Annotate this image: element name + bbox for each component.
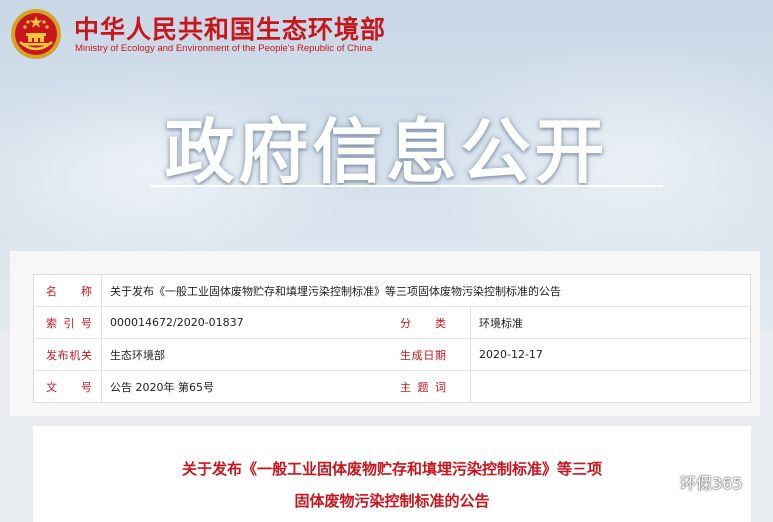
table-row: 索引号 000014672/2020-01837 分 类 环境标准: [33, 306, 751, 339]
document-metadata-table: 名 称 关于发布《一般工业固体废物贮存和填埋污染控制标准》等三项固体废物污染控制…: [33, 274, 751, 403]
table-row: 发布机关 生态环境部 生成日期 2020-12-17: [33, 338, 751, 371]
article-title-line-2: 固体废物污染控制标准的公告: [294, 492, 490, 510]
table-row: 名 称 关于发布《一般工业固体废物贮存和填埋污染控制标准》等三项固体废物污染控制…: [33, 274, 751, 307]
watermark: 环保365: [650, 470, 743, 494]
date-label: 生成日期: [400, 338, 471, 371]
name-label: 名 称: [33, 274, 102, 307]
page-title: 政府信息公开: [164, 111, 609, 193]
issuer-value: 生态环境部: [101, 338, 400, 371]
category-value: 环境标准: [470, 306, 751, 339]
name-value: 关于发布《一般工业固体废物贮存和填埋污染控制标准》等三项固体废物污染控制标准的公…: [101, 274, 751, 307]
index-value: 000014672/2020-01837: [101, 306, 400, 339]
topic-label: 主题词: [400, 370, 471, 403]
article-header: 关于发布《一般工业固体废物贮存和填埋污染控制标准》等三项 固体废物污染控制标准的…: [33, 426, 751, 522]
docno-label: 文 号: [33, 370, 102, 403]
national-emblem-icon: [11, 9, 61, 59]
watermark-text: 环保365: [680, 474, 743, 493]
table-row: 文 号 公告 2020年 第65号 主题词: [33, 370, 751, 403]
index-label: 索引号: [33, 306, 102, 339]
category-label: 分 类: [400, 306, 471, 339]
org-name-english: Ministry of Ecology and Environment of t…: [75, 43, 373, 54]
issuer-label: 发布机关: [33, 338, 102, 371]
wechat-icon: [650, 471, 676, 492]
date-value: 2020-12-17: [470, 338, 751, 371]
article-title-line-1: 关于发布《一般工业固体废物贮存和填埋污染控制标准》等三项: [181, 460, 602, 478]
org-name-chinese: 中华人民共和国生态环境部: [74, 15, 387, 44]
docno-value: 公告 2020年 第65号: [110, 380, 214, 394]
title-underline: [150, 185, 663, 187]
topic-value: [471, 371, 751, 403]
